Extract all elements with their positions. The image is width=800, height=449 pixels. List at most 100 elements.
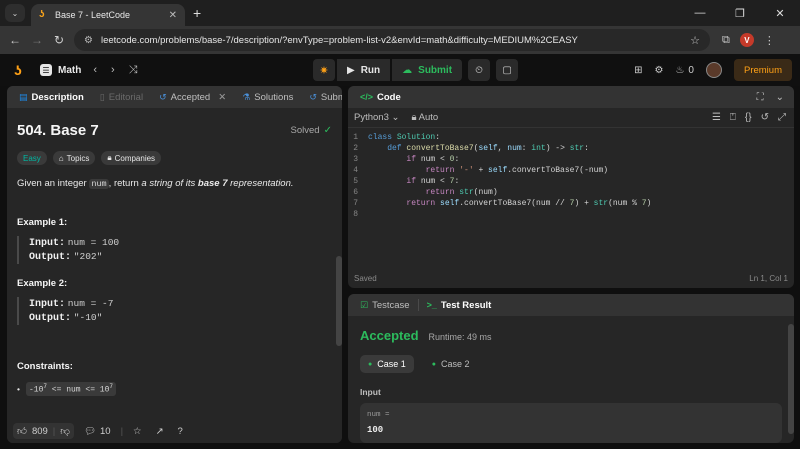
example-input-value: num = 100 [67,237,120,248]
tab-solutions[interactable]: ⚗ Solutions [236,86,299,108]
browser-menu-icon[interactable]: ⋮ [764,34,775,47]
line-number: 2 [353,144,358,153]
premium-button[interactable]: Premium [733,59,792,81]
browser-tab[interactable]: ʖ Base 7 - LeetCode ✕ [31,4,185,26]
statement-bold: base 7 [197,178,228,189]
case-1-tab[interactable]: ● Case 1 [360,355,414,373]
tab-accepted-label: Accepted [170,91,211,103]
url-field[interactable]: ⚙ leetcode.com/problems/base-7/descripti… [74,29,710,51]
statement-emphasis: representation. [227,178,294,189]
close-accepted-tab-icon[interactable]: ✕ [218,92,226,103]
run-button[interactable]: ▶ Run [337,59,391,81]
format-lines-icon[interactable]: ☰ [712,112,721,123]
tab-description-label: Description [31,91,84,103]
companies-badge[interactable]: 🔒︎ Companies [101,151,162,165]
tab-editorial[interactable]: ▯ Editorial [94,86,149,108]
bookmark-icon[interactable]: ⍞ [730,112,736,123]
statement-emphasis: a string of its [141,178,198,189]
constraint-part: -10 [28,385,44,395]
site-info-icon[interactable]: ⚙ [84,35,93,46]
restore-icon[interactable]: ❐ [720,7,760,20]
bookmark-star-icon[interactable]: ☆ [690,34,700,47]
streak-counter[interactable]: ♨ 0 [675,65,694,76]
example-output-label: Output: [29,252,72,263]
layout-grid-icon[interactable]: ⊞ [634,65,642,76]
vote-divider: | [52,425,56,437]
submit-label: Submit [418,64,453,76]
thumbs-down-icon[interactable]: 👎︎ [60,425,70,437]
reset-icon[interactable]: ↺ [761,112,769,123]
browser-tab-title: Base 7 - LeetCode [55,10,131,20]
prev-problem-icon[interactable]: ‹ [93,64,97,77]
help-icon[interactable]: ? [174,426,187,437]
problem-title[interactable]: 504. Base 7 [17,122,99,139]
submit-button[interactable]: ☁ Submit [392,59,463,81]
language-select[interactable]: Python3 ⌄ [354,112,399,123]
case-2-tab[interactable]: ● Case 2 [424,355,478,373]
tab-code[interactable]: </> Code [354,86,407,108]
close-tab-icon[interactable]: ✕ [169,10,177,21]
user-avatar[interactable] [705,62,722,78]
tag-icon: ⌂ [58,153,64,163]
comments-button[interactable]: 💬︎ 10 [80,426,115,437]
forward-icon[interactable]: → [26,33,48,47]
lock-icon: 🔒︎ [107,153,112,162]
tab-accepted[interactable]: ↺ Accepted ✕ [153,86,232,108]
profile-avatar[interactable]: V [739,33,754,47]
next-problem-icon[interactable]: › [111,64,115,77]
result-scrollbar[interactable] [788,324,794,434]
problem-list-button[interactable]: ☰ Math [40,64,81,76]
problem-statement: Given an integer num, return a string of… [17,177,332,191]
tab-editorial-label: Editorial [108,91,144,103]
code-panel-header: </> Code ⛶ ⌄ [348,86,794,108]
topics-badge[interactable]: ⌂ Topics [52,151,96,165]
thumbs-up-icon[interactable]: 👍︎ [17,425,27,437]
tab-test-result[interactable]: >_ Test Result [421,294,498,316]
timer-icon[interactable]: ⏲ [468,59,491,81]
extensions-icon[interactable]: ⧉ [722,34,730,47]
code-line-text: if num < 0: [406,155,460,164]
description-scrollbar[interactable] [336,256,342,346]
close-window-icon[interactable]: ✕ [760,7,800,20]
settings-gear-icon[interactable]: ⚙ [654,65,663,76]
line-number: 3 [353,155,358,164]
autosave-toggle[interactable]: 🔒︎ Auto [411,112,438,123]
line-number: 8 [353,210,358,219]
code-editor[interactable]: 1 class Solution: 2 def convertToBase7(se… [348,128,794,220]
random-problem-icon[interactable]: ⤨ [129,64,138,77]
pass-dot-icon: ● [368,360,373,368]
pass-dot-icon: ● [431,360,436,368]
minimize-icon[interactable]: — [680,7,720,20]
tab-submissions[interactable]: ↺ Submissions [303,86,342,108]
favorite-star-icon[interactable]: ☆ [129,426,146,437]
notes-icon[interactable]: ▢ [496,59,519,81]
input-box: num = 100 [360,403,782,443]
case-label: Case 2 [441,359,470,369]
check-circle-icon: ✓ [323,125,332,136]
constraint-item: • -107 <= num <= 107 [17,382,332,396]
runtime: Runtime: 49 ms [428,332,492,342]
braces-icon[interactable]: {} [745,112,752,123]
line-number: 7 [353,199,358,208]
share-icon[interactable]: ↗ [152,426,168,437]
fullscreen-icon[interactable]: ⤢ [778,112,786,123]
tab-testcase[interactable]: ☑ Testcase [354,294,416,316]
maximize-icon[interactable]: ⛶ [757,92,764,103]
reload-icon[interactable]: ↻ [48,33,70,47]
left-panel-tabs: ▤ Description ▯ Editorial ↺ Accepted ✕ ⚗… [7,86,342,108]
code-brackets-icon: </> [360,92,374,102]
leetcode-favicon-icon: ʖ [39,9,45,20]
tab-search-icon[interactable]: ⌄ [5,4,25,22]
vote-group: 👍︎ 809 | 👎︎ [13,423,74,439]
back-icon[interactable]: ← [4,33,26,47]
new-tab-icon[interactable]: + [193,5,201,21]
url-text: leetcode.com/problems/base-7/description… [100,34,578,46]
tab-divider [417,299,419,311]
debug-icon[interactable]: ✷ [313,59,335,81]
collapse-icon[interactable]: ⌄ [776,92,784,103]
difficulty-badge: Easy [17,151,47,165]
result-body: Accepted Runtime: 49 ms ● Case 1 ● Case … [348,316,794,443]
tab-description[interactable]: ▤ Description [13,86,90,108]
leetcode-logo-icon[interactable]: ʖ [14,62,28,78]
run-label: Run [360,64,381,76]
